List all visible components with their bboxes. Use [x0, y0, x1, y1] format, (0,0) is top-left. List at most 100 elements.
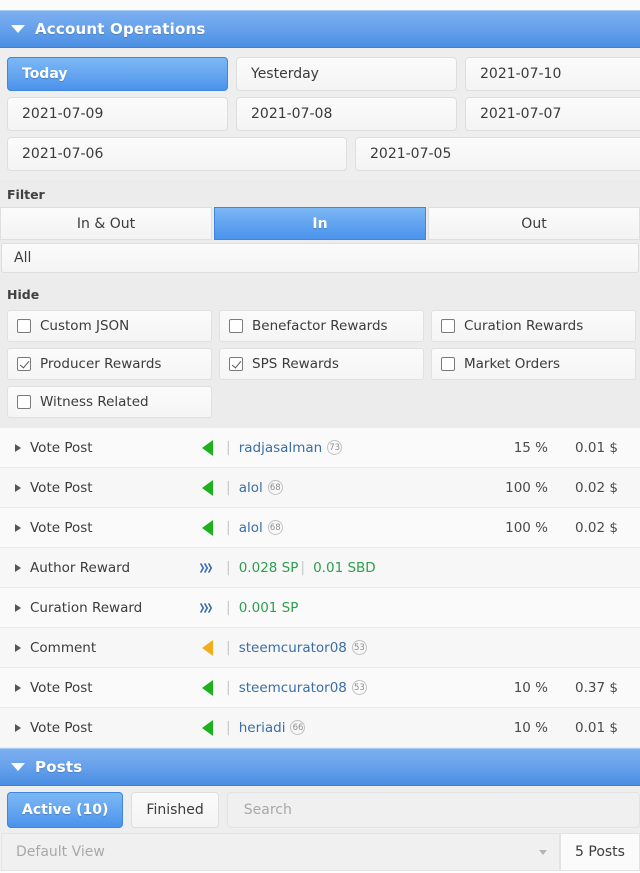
- vote-triangle-green-icon: [190, 679, 224, 696]
- operation-detail: | steemcurator08 53: [190, 679, 458, 696]
- date-button-2021-07-05[interactable]: 2021-07-05: [355, 137, 640, 171]
- reputation-badge: 73: [327, 440, 343, 455]
- filter-segment-in-and-out[interactable]: In & Out: [0, 207, 212, 240]
- account-operations-header[interactable]: Account Operations: [0, 10, 640, 48]
- hide-label: Hide: [7, 287, 40, 302]
- operation-type: Vote Post: [30, 719, 93, 736]
- filter-all-row: All: [0, 240, 640, 273]
- app-root: Account Operations Today Yesterday 2021-…: [0, 0, 640, 873]
- expand-caret-icon[interactable]: [15, 643, 21, 652]
- operation-detail: | radjasalman 73: [190, 439, 458, 456]
- checkbox-icon: [441, 319, 455, 333]
- reputation-badge: 53: [351, 640, 367, 655]
- checkbox-icon: [229, 319, 243, 333]
- comment-triangle-orange-icon: [190, 639, 224, 656]
- hide-checkbox-custom-json[interactable]: Custom JSON: [7, 310, 212, 342]
- date-button-yesterday[interactable]: Yesterday: [236, 57, 457, 91]
- table-row[interactable]: Vote Post | steemcurator08 53 10 % 0.37 …: [0, 668, 640, 708]
- view-select[interactable]: Default View: [1, 833, 560, 871]
- user-link[interactable]: heriadi: [239, 720, 286, 736]
- table-row[interactable]: Curation Reward | 0.001 SP: [0, 588, 640, 628]
- operation-type: Curation Reward: [30, 599, 143, 616]
- hide-checkbox-label: SPS Rewards: [252, 356, 339, 372]
- hide-checkbox-market-orders[interactable]: Market Orders: [431, 348, 636, 380]
- operation-type: Vote Post: [30, 479, 93, 496]
- expand-caret-icon[interactable]: [15, 443, 21, 452]
- operation-percent: 100 %: [505, 519, 548, 536]
- table-row[interactable]: Author Reward | 0.028 SP | 0.01 SBD: [0, 548, 640, 588]
- reputation-badge: 66: [290, 720, 306, 735]
- posts-tab-bar: Active (10) Finished Search: [0, 786, 640, 833]
- filter-segment-out[interactable]: Out: [428, 207, 640, 240]
- operation-detail: | steemcurator08 53: [190, 639, 458, 656]
- user-link[interactable]: steemcurator08: [239, 640, 347, 656]
- hide-checkbox-row: Custom JSON Benefactor Rewards Curation …: [0, 307, 640, 345]
- separator: |: [226, 559, 231, 576]
- separator: |: [226, 599, 231, 616]
- table-row[interactable]: Vote Post | heriadi 66 10 % 0.01 $: [0, 708, 640, 748]
- date-row: 2021-07-09 2021-07-08 2021-07-07: [0, 94, 640, 134]
- user-link[interactable]: alol: [239, 520, 263, 536]
- tab-finished-posts[interactable]: Finished: [131, 792, 219, 828]
- expand-caret-icon[interactable]: [15, 603, 21, 612]
- hide-checkbox-label: Custom JSON: [40, 318, 130, 334]
- posts-header[interactable]: Posts: [0, 748, 640, 786]
- expand-caret-icon[interactable]: [15, 483, 21, 492]
- date-button-2021-07-09[interactable]: 2021-07-09: [7, 97, 228, 131]
- user-link[interactable]: alol: [239, 480, 263, 496]
- user-link[interactable]: radjasalman: [239, 440, 322, 456]
- hide-checkbox-row: Producer Rewards SPS Rewards Market Orde…: [0, 345, 640, 383]
- search-input[interactable]: Search: [226, 792, 640, 828]
- date-button-2021-07-10[interactable]: 2021-07-10: [465, 57, 640, 91]
- table-row[interactable]: Comment | steemcurator08 53: [0, 628, 640, 668]
- separator: |: [226, 639, 231, 656]
- hide-checkbox-label: Curation Rewards: [464, 318, 584, 334]
- operation-type: Author Reward: [30, 559, 131, 576]
- user-link[interactable]: steemcurator08: [239, 680, 347, 696]
- filter-block: Filter In & Out In Out All: [0, 180, 640, 280]
- checkbox-checked-icon: [229, 357, 243, 371]
- hide-checkbox-producer-rewards[interactable]: Producer Rewards: [7, 348, 212, 380]
- operations-list: Vote Post | radjasalman 73 15 % 0.01 $ V…: [0, 428, 640, 748]
- amount-sp: 0.028 SP: [238, 559, 299, 576]
- table-row[interactable]: Vote Post | alol 68 100 % 0.02 $: [0, 468, 640, 508]
- expand-caret-icon[interactable]: [15, 683, 21, 692]
- date-button-2021-07-07[interactable]: 2021-07-07: [465, 97, 640, 131]
- tab-active-posts[interactable]: Active (10): [7, 792, 124, 828]
- checkbox-icon: [17, 395, 31, 409]
- separator: |: [226, 439, 231, 456]
- vote-triangle-green-icon: [190, 439, 224, 456]
- expand-caret-icon[interactable]: [15, 723, 21, 732]
- date-button-2021-07-08[interactable]: 2021-07-08: [236, 97, 457, 131]
- hide-checkbox-label: Witness Related: [40, 394, 149, 410]
- operation-detail: | 0.028 SP | 0.01 SBD: [190, 560, 458, 576]
- date-button-today[interactable]: Today: [7, 57, 228, 91]
- operation-detail: | alol 68: [190, 479, 458, 496]
- table-row[interactable]: Vote Post | alol 68 100 % 0.02 $: [0, 508, 640, 548]
- hide-checkbox-witness-related[interactable]: Witness Related: [7, 386, 212, 418]
- table-row[interactable]: Vote Post | radjasalman 73 15 % 0.01 $: [0, 428, 640, 468]
- filter-all-button[interactable]: All: [1, 243, 639, 273]
- separator: |: [226, 719, 231, 736]
- hide-checkbox-sps-rewards[interactable]: SPS Rewards: [219, 348, 424, 380]
- filter-segment-in[interactable]: In: [214, 207, 426, 240]
- date-row: Today Yesterday 2021-07-10: [0, 54, 640, 94]
- separator: |: [226, 479, 231, 496]
- operation-percent: 10 %: [513, 719, 548, 736]
- hide-checkbox-label: Benefactor Rewards: [252, 318, 388, 334]
- hide-checkbox-grid: Custom JSON Benefactor Rewards Curation …: [0, 307, 640, 421]
- amount-sbd: 0.01 SBD: [313, 559, 376, 576]
- posts-title: Posts: [35, 757, 83, 776]
- date-button-2021-07-06[interactable]: 2021-07-06: [7, 137, 347, 171]
- expand-caret-icon[interactable]: [15, 523, 21, 532]
- steem-logo-icon: [190, 600, 224, 616]
- hide-checkbox-curation-rewards[interactable]: Curation Rewards: [431, 310, 636, 342]
- filter-label: Filter: [7, 187, 45, 202]
- vote-triangle-green-icon: [190, 479, 224, 496]
- operation-value: 0.02 $: [575, 519, 618, 536]
- operation-percent: 15 %: [513, 439, 548, 456]
- expand-caret-icon[interactable]: [15, 563, 21, 572]
- posts-view-row: Default View 5 Posts: [0, 833, 640, 871]
- hide-checkbox-benefactor-rewards[interactable]: Benefactor Rewards: [219, 310, 424, 342]
- operation-type: Vote Post: [30, 679, 93, 696]
